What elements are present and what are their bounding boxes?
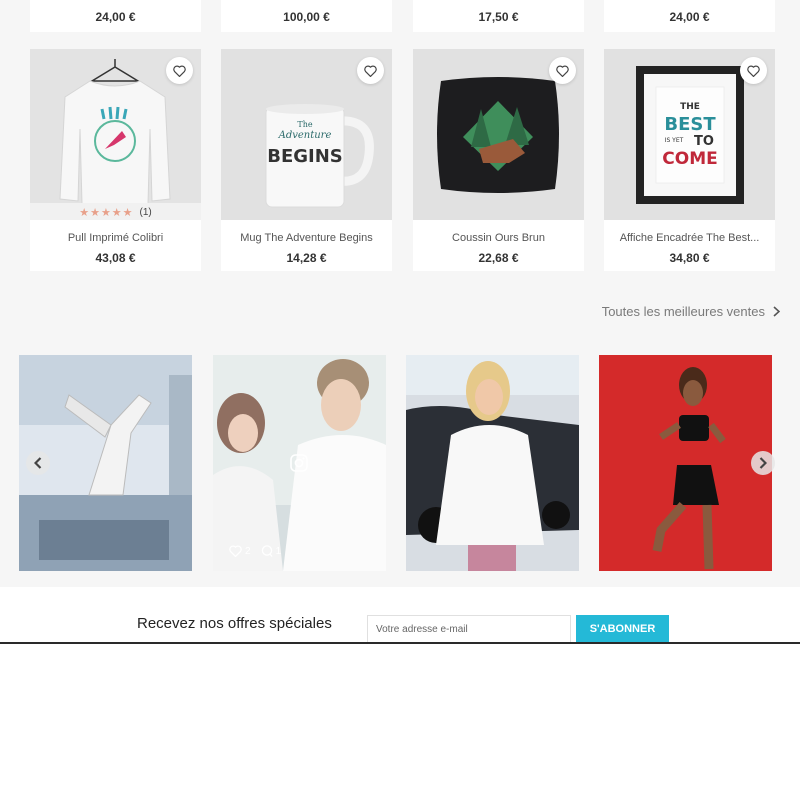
comments-count: 1 xyxy=(261,545,282,557)
product-image[interactable]: ★★★★★ (1) xyxy=(30,49,201,220)
poster-text: IS YET xyxy=(665,137,684,144)
product-card[interactable]: Coussin Ours Brun 22,68 € xyxy=(413,49,584,271)
product-card[interactable]: The Adventure BEGINS Mug The Adventure B… xyxy=(221,49,392,271)
instagram-stats: 2 1 xyxy=(229,545,281,557)
product-price: 24,00 € xyxy=(669,10,710,24)
product-name[interactable]: Affiche Encadrée The Best... xyxy=(608,232,771,244)
poster-text: THE xyxy=(680,102,700,112)
instagram-post[interactable] xyxy=(406,355,579,571)
poster-text: TO xyxy=(694,134,714,149)
comment-icon xyxy=(261,545,273,557)
mug-print: The xyxy=(297,120,312,129)
product-price: 24,00 € xyxy=(95,10,136,24)
heart-icon xyxy=(747,65,760,77)
comments-value: 1 xyxy=(275,545,282,557)
instagram-post[interactable]: 2 1 xyxy=(213,355,386,571)
heart-icon xyxy=(364,65,377,77)
chevron-right-icon xyxy=(773,306,780,317)
section-divider xyxy=(0,642,800,644)
instagram-post[interactable] xyxy=(599,355,772,571)
product-price: 43,08 € xyxy=(95,251,136,265)
poster-text: COME xyxy=(662,149,717,169)
product-card-partial[interactable]: 17,50 € xyxy=(413,0,584,32)
chevron-left-icon xyxy=(34,457,42,469)
all-bestsellers-link[interactable]: Toutes les meilleures ventes xyxy=(602,304,780,319)
add-to-wishlist-button[interactable] xyxy=(549,57,576,84)
product-image[interactable]: THE BEST IS YET TO COME xyxy=(604,49,775,220)
product-rating: ★★★★★ (1) xyxy=(30,203,201,220)
newsletter-title: Recevez nos offres spéciales xyxy=(137,615,332,632)
product-price: 34,80 € xyxy=(669,251,710,265)
product-name[interactable]: Mug The Adventure Begins xyxy=(225,232,388,244)
product-card-partial[interactable]: 24,00 € xyxy=(604,0,775,32)
product-price: 22,68 € xyxy=(478,251,519,265)
product-price: 100,00 € xyxy=(283,10,330,24)
instagram-icon xyxy=(290,454,308,472)
star-rating-icon: ★★★★★ xyxy=(79,206,134,219)
all-bestsellers-label: Toutes les meilleures ventes xyxy=(601,304,765,319)
mug-print: Adventure xyxy=(278,130,332,141)
product-card[interactable]: ★★★★★ (1) Pull Imprimé Colibri 43,08 € xyxy=(30,49,201,271)
product-image[interactable] xyxy=(413,49,584,220)
product-card-partial[interactable]: 24,00 € xyxy=(30,0,201,32)
heart-icon xyxy=(556,65,569,77)
product-card-partial[interactable]: 100,00 € xyxy=(221,0,392,32)
subscribe-button[interactable]: S'ABONNER xyxy=(576,615,669,643)
product-image[interactable]: The Adventure BEGINS xyxy=(221,49,392,220)
product-card[interactable]: THE BEST IS YET TO COME Affiche Encadrée… xyxy=(604,49,775,271)
product-price: 14,28 € xyxy=(286,251,327,265)
heart-icon xyxy=(173,65,186,77)
heart-icon xyxy=(229,545,242,557)
product-name[interactable]: Coussin Ours Brun xyxy=(417,232,580,244)
add-to-wishlist-button[interactable] xyxy=(357,57,384,84)
carousel-next-button[interactable] xyxy=(751,451,775,475)
add-to-wishlist-button[interactable] xyxy=(166,57,193,84)
carousel-prev-button[interactable] xyxy=(26,451,50,475)
add-to-wishlist-button[interactable] xyxy=(740,57,767,84)
likes-count: 2 xyxy=(229,545,251,557)
newsletter-email-input[interactable] xyxy=(367,615,571,643)
product-price: 17,50 € xyxy=(478,10,519,24)
mug-print: BEGINS xyxy=(267,146,343,167)
product-name[interactable]: Pull Imprimé Colibri xyxy=(34,232,197,244)
likes-value: 2 xyxy=(245,545,251,557)
rating-count: (1) xyxy=(139,206,152,218)
poster-text: BEST xyxy=(664,114,716,135)
chevron-right-icon xyxy=(759,457,767,469)
